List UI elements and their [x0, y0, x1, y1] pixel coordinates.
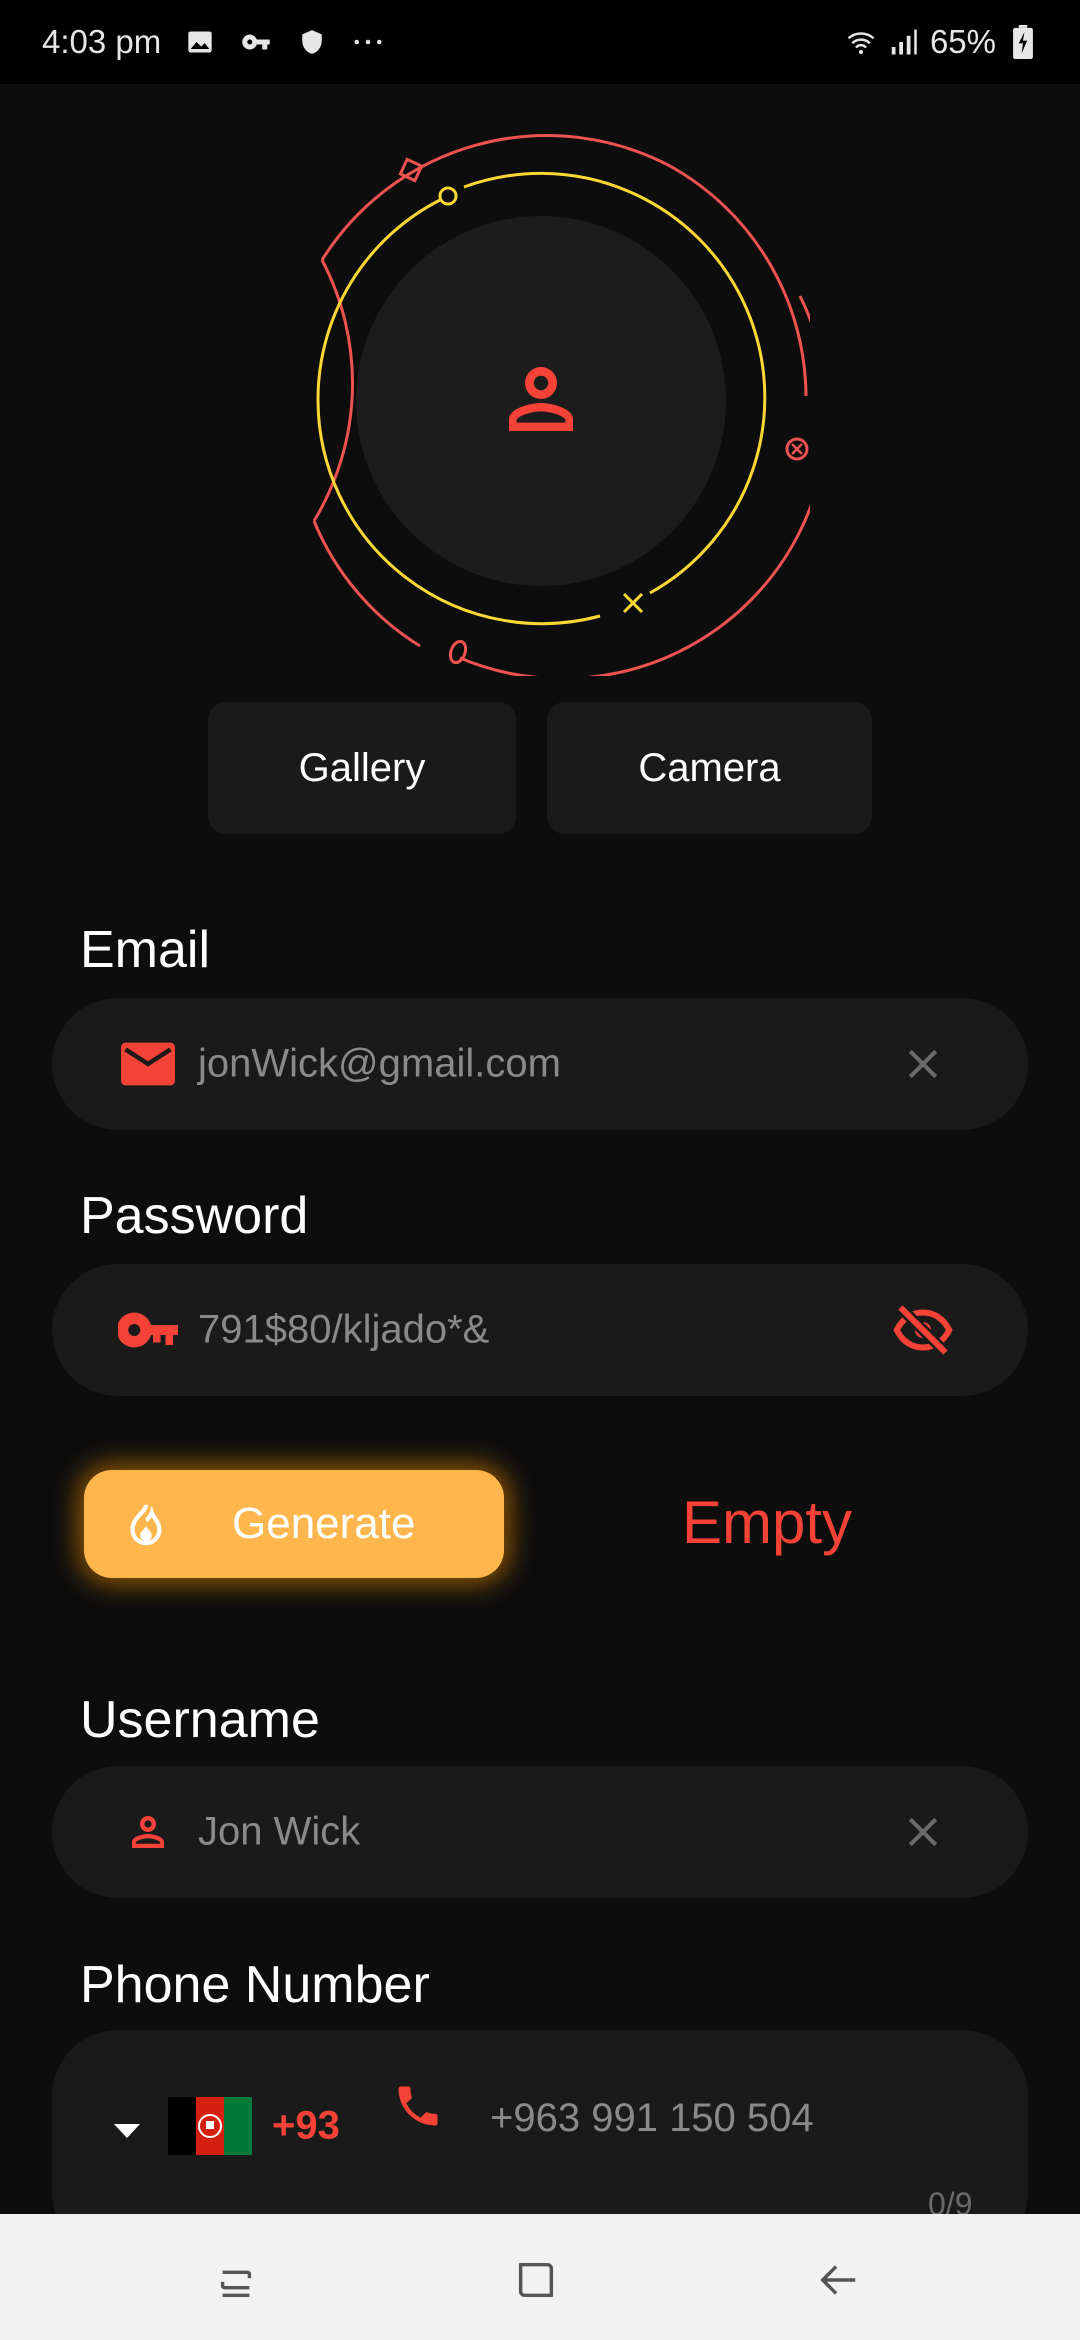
shield-icon: [297, 27, 327, 57]
phone-input[interactable]: +963 991 150 504: [490, 2096, 814, 2141]
username-field[interactable]: Jon Wick: [52, 1766, 1028, 1898]
signal-icon: [888, 27, 918, 57]
status-bar: 4:03 pm 65%: [0, 0, 1080, 84]
person-icon: [124, 1808, 172, 1856]
visibility-off-icon[interactable]: [893, 1305, 953, 1355]
chevron-down-icon[interactable]: [112, 2122, 142, 2140]
mail-icon: [121, 1042, 175, 1086]
person-icon: [493, 351, 589, 451]
avatar-circle: [356, 216, 726, 586]
email-field[interactable]: jonWick@gmail.com: [52, 998, 1028, 1130]
phone-icon: [392, 2080, 444, 2132]
password-label: Password: [80, 1187, 309, 1245]
camera-button[interactable]: Camera: [547, 702, 872, 834]
home-icon[interactable]: [506, 2250, 566, 2310]
key-icon: [241, 27, 271, 57]
username-input[interactable]: Jon Wick: [198, 1810, 360, 1855]
fire-icon: [126, 1501, 166, 1547]
wifi-icon: [846, 27, 876, 57]
clear-icon[interactable]: [904, 1813, 942, 1851]
username-label: Username: [80, 1691, 320, 1749]
country-flag[interactable]: [168, 2097, 252, 2155]
dial-code[interactable]: +93: [272, 2104, 340, 2149]
email-label: Email: [80, 921, 211, 979]
email-input[interactable]: jonWick@gmail.com: [198, 1042, 561, 1087]
recent-apps-icon[interactable]: [206, 2250, 266, 2310]
clear-icon[interactable]: [904, 1045, 942, 1083]
password-field[interactable]: 791$80/kljado*&: [52, 1264, 1028, 1396]
password-strength: Empty: [682, 1489, 853, 1556]
more-icon: [353, 27, 383, 57]
avatar[interactable]: [270, 126, 810, 676]
generate-label: Generate: [232, 1499, 416, 1548]
generate-button[interactable]: Generate: [84, 1470, 504, 1578]
battery-percent: 65%: [929, 23, 996, 60]
status-time: 4:03 pm: [42, 23, 162, 60]
image-icon: [185, 27, 215, 57]
back-icon[interactable]: [808, 2250, 868, 2310]
gallery-button[interactable]: Gallery: [208, 702, 516, 834]
battery-icon: [1008, 25, 1038, 59]
key-icon: [118, 1310, 178, 1350]
navigation-bar: [0, 2214, 1080, 2340]
phone-label: Phone Number: [80, 1956, 430, 2014]
password-input[interactable]: 791$80/kljado*&: [198, 1308, 489, 1353]
